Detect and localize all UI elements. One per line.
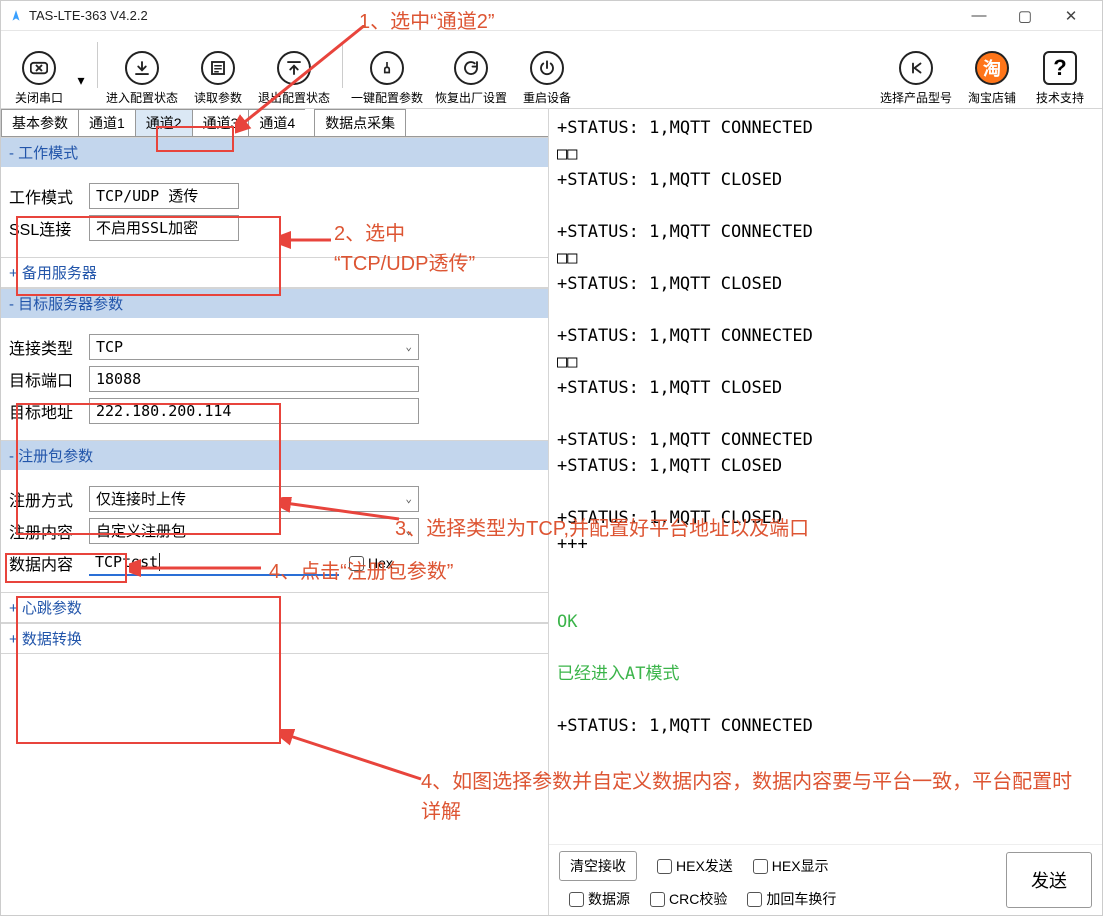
hand-tap-icon [370,51,404,85]
oneclick-config-button[interactable]: 一键配置参数 [347,51,427,106]
restore-factory-button[interactable]: 恢复出厂设置 [431,51,511,106]
app-icon [9,9,23,23]
section-register[interactable]: - 注册包参数 [1,440,548,470]
crc-checkbox[interactable]: CRC校验 [650,889,727,909]
section-target-server-body: 连接类型 TCP⌄ 目标端口 18088 目标地址 222.180.200.11… [1,318,548,440]
separator [342,42,343,88]
exit-config-button[interactable]: 退出配置状态 [254,51,334,106]
ssl-select[interactable]: 不启用SSL加密 [89,215,239,241]
reg-content-select[interactable]: 自定义注册包⌄ [89,518,419,544]
section-backup-server[interactable]: + 备用服务器 [1,257,548,288]
reg-content-label: 注册内容 [9,519,89,543]
power-icon [530,51,564,85]
close-button[interactable]: ✕ [1048,1,1094,31]
conn-type-select[interactable]: TCP⌄ [89,334,419,360]
download-in-icon [125,51,159,85]
right-pane: +STATUS: 1,MQTT CONNECTED □□ +STATUS: 1,… [549,109,1102,915]
section-heartbeat[interactable]: + 心跳参数 [1,592,548,623]
tab-datapoint[interactable]: 数据点采集 [314,109,406,136]
hex-checkbox[interactable]: Hex [349,555,393,571]
maximize-button[interactable]: ▢ [1002,1,1048,31]
question-icon: ? [1043,51,1077,85]
tab-channel4[interactable]: 通道4 [248,109,306,136]
upload-out-icon [277,51,311,85]
add-cr-checkbox[interactable]: 加回车换行 [747,889,836,909]
minimize-button[interactable]: — [956,1,1002,31]
tab-channel2[interactable]: 通道2 [135,109,193,136]
toolbar-dropdown[interactable]: ▾ [75,54,87,106]
section-target-server[interactable]: - 目标服务器参数 [1,288,548,318]
tab-channel3[interactable]: 通道3 [192,109,250,136]
taobao-icon: 淘 [975,51,1009,85]
clear-recv-button[interactable]: 清空接收 [559,851,637,881]
reg-mode-label: 注册方式 [9,487,89,511]
target-addr-input[interactable]: 222.180.200.114 [89,398,419,424]
select-product-button[interactable]: 选择产品型号 [876,51,956,106]
work-mode-select[interactable]: TCP/UDP 透传 [89,183,239,209]
titlebar: TAS-LTE-363 V4.2.2 — ▢ ✕ [1,1,1102,31]
target-port-label: 目标端口 [9,367,89,391]
tab-channel1[interactable]: 通道1 [78,109,136,136]
left-pane: 基本参数 通道1 通道2 通道3 通道4 数据点采集 - 工作模式 工作模式 T… [1,109,549,915]
section-work-mode-body: 工作模式 TCP/UDP 透传 SSL连接 不启用SSL加密 [1,167,548,257]
section-convert[interactable]: + 数据转换 [1,623,548,654]
prev-icon [899,51,933,85]
toolbar: 关闭串口 ▾ 进入配置状态 读取参数 退出配置状态 一键配置参数 恢复出厂设置 … [1,31,1102,109]
chevron-down-icon: ⌄ [405,335,412,359]
tab-basic[interactable]: 基本参数 [1,109,79,136]
read-params-button[interactable]: 读取参数 [186,51,250,106]
section-work-mode[interactable]: - 工作模式 [1,137,548,167]
data-content-label: 数据内容 [9,551,89,575]
work-mode-label: 工作模式 [9,184,89,208]
reboot-button[interactable]: 重启设备 [515,51,579,106]
reg-mode-select[interactable]: 仅连接时上传⌄ [89,486,419,512]
conn-type-label: 连接类型 [9,335,89,359]
reload-icon [454,51,488,85]
target-addr-label: 目标地址 [9,399,89,423]
list-search-icon [201,51,235,85]
data-src-checkbox[interactable]: 数据源 [569,889,630,909]
separator [97,42,98,88]
ssl-label: SSL连接 [9,216,89,240]
send-button[interactable]: 发送 [1006,852,1092,908]
hex-show-checkbox[interactable]: HEX显示 [753,856,829,876]
window-title: TAS-LTE-363 V4.2.2 [29,8,956,23]
chevron-down-icon: ⌄ [405,519,412,543]
section-register-body: 注册方式 仅连接时上传⌄ 注册内容 自定义注册包⌄ 数据内容 TCPtest H… [1,470,548,592]
enter-config-button[interactable]: 进入配置状态 [102,51,182,106]
chevron-down-icon: ⌄ [405,487,412,511]
bottom-bar: 清空接收 HEX发送 HEX显示 数据源 CRC校验 加回车换行 发送 [549,844,1102,915]
close-serial-icon [22,51,56,85]
tabs: 基本参数 通道1 通道2 通道3 通道4 数据点采集 [1,109,548,137]
hex-send-checkbox[interactable]: HEX发送 [657,856,733,876]
data-content-input[interactable]: TCPtest [89,550,339,576]
support-button[interactable]: ? 技术支持 [1028,51,1092,106]
log-output[interactable]: +STATUS: 1,MQTT CONNECTED □□ +STATUS: 1,… [549,109,1102,844]
taobao-shop-button[interactable]: 淘 淘宝店铺 [960,51,1024,106]
target-port-input[interactable]: 18088 [89,366,419,392]
close-serial-button[interactable]: 关闭串口 [7,51,71,106]
